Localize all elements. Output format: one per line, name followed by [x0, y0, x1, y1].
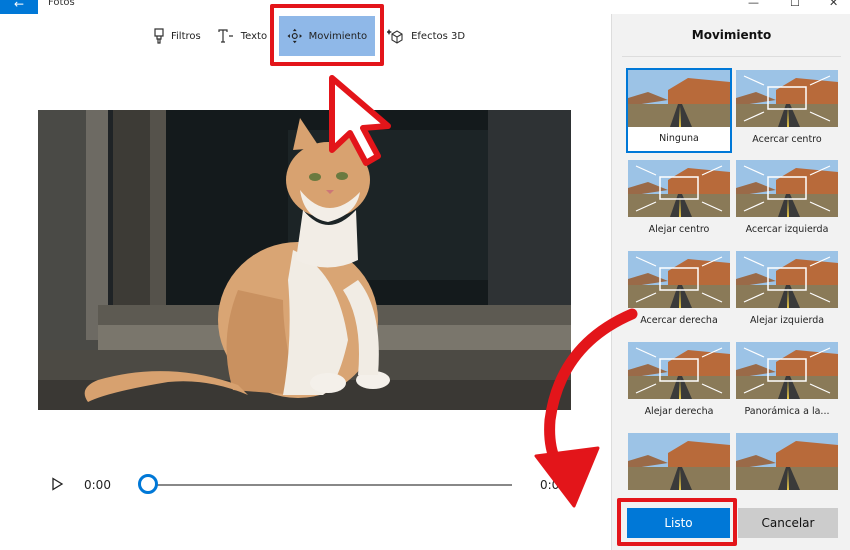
tool-texto[interactable]: Texto: [209, 16, 275, 56]
duration: 0:03: [540, 478, 567, 492]
motion-preview-thumbnail: [628, 433, 730, 490]
back-button[interactable]: ←: [0, 0, 38, 14]
motion-option-label: Acercar izquierda: [745, 224, 829, 235]
title-bar: ← Fotos — ☐ ✕: [0, 0, 850, 14]
motion-option-label: Alejar derecha: [644, 406, 714, 417]
timeline-scrubber[interactable]: [138, 474, 158, 494]
maximize-icon[interactable]: ☐: [790, 0, 800, 9]
motion-option-label: Acercar derecha: [640, 315, 718, 326]
motion-preview-thumbnail: [736, 70, 838, 127]
motion-option-tile[interactable]: Ninguna: [626, 68, 732, 153]
minimize-icon[interactable]: —: [748, 0, 759, 9]
text-icon: [218, 29, 233, 43]
tool-label: Efectos 3D: [411, 30, 466, 42]
tool-label: Texto: [240, 30, 268, 42]
tool-filtros[interactable]: Filtros: [145, 16, 209, 56]
motion-option-label: Alejar izquierda: [749, 315, 825, 326]
motion-preview-thumbnail: [736, 433, 838, 490]
cat-photo-image: [38, 110, 571, 410]
motion-option-label: Alejar centro: [648, 224, 710, 235]
motion-preview-thumbnail: [736, 160, 838, 217]
motion-option-tile[interactable]: Alejar derecha: [628, 342, 730, 417]
motion-preview-thumbnail: [628, 70, 730, 127]
motion-option-tile[interactable]: Acercar derecha: [628, 251, 730, 326]
tool-efectos-3d[interactable]: Efectos 3D: [379, 16, 473, 56]
motion-preview-thumbnail: [736, 251, 838, 308]
motion-option-tile[interactable]: Acercar izquierda: [736, 160, 838, 235]
app-title: Fotos: [48, 0, 75, 8]
motion-option-label: Panorámica a la...: [744, 406, 830, 417]
motion-option-tile[interactable]: [628, 433, 730, 497]
motion-option-tile[interactable]: Panorámica a la...: [736, 342, 838, 417]
motion-option-tile[interactable]: Alejar izquierda: [736, 251, 838, 326]
play-icon[interactable]: [50, 477, 64, 491]
tool-label: Filtros: [171, 30, 201, 42]
timeline-track[interactable]: [148, 484, 512, 486]
panel-title: Movimiento: [691, 28, 772, 42]
motion-option-tile[interactable]: [736, 433, 838, 497]
photos-app-window: ← Fotos — ☐ ✕ Filtros Texto Movimiento E…: [0, 0, 850, 550]
motion-option-tile[interactable]: Acercar centro: [736, 70, 838, 145]
panel-divider: [622, 56, 841, 57]
current-time: 0:00: [84, 478, 111, 492]
close-icon[interactable]: ✕: [829, 0, 838, 9]
arrow-left-icon: ←: [13, 0, 25, 11]
motion-option-label: Acercar centro: [752, 134, 822, 145]
motion-option-tile[interactable]: Alejar centro: [628, 160, 730, 235]
cancel-button[interactable]: Cancelar: [738, 508, 838, 538]
3d-effects-icon: [387, 29, 403, 44]
highlight-box-movimiento: [270, 4, 384, 66]
motion-preview-thumbnail: [628, 251, 730, 308]
filter-icon: [154, 28, 164, 44]
motion-preview-thumbnail: [736, 342, 838, 399]
highlight-box-listo: [617, 498, 737, 546]
motion-preview-thumbnail: [628, 160, 730, 217]
motion-preview-thumbnail: [628, 342, 730, 399]
motion-option-label: Ninguna: [628, 127, 730, 151]
photo-preview: [38, 110, 571, 410]
